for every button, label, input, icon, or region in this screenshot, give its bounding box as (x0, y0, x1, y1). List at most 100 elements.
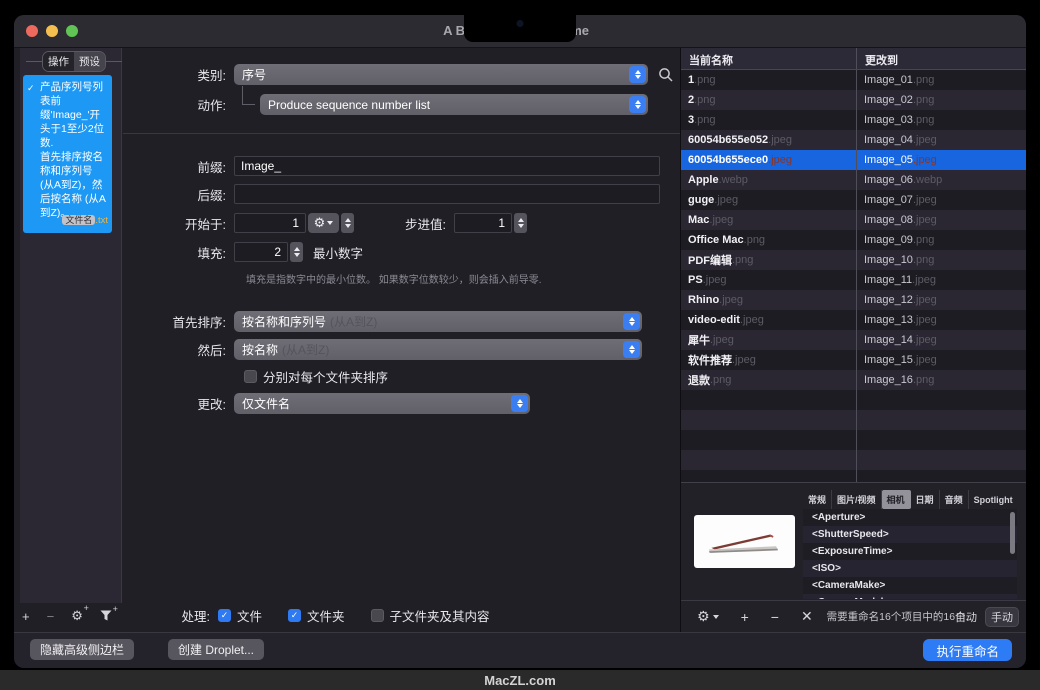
prefix-value: Image_ (241, 159, 281, 173)
perform-rename-button[interactable]: 执行重命名 (923, 639, 1012, 661)
start-at-input[interactable]: 1 (234, 213, 306, 233)
process-checkbox[interactable]: ✓ (288, 609, 301, 622)
minimize-window-button[interactable] (46, 25, 58, 37)
table-row[interactable]: Rhino.jpegImage_12.jpeg (681, 290, 1026, 310)
gear-add-button[interactable]: ⚙+ (71, 608, 83, 624)
remove-action-button[interactable]: − (47, 609, 55, 624)
current-name-cell: video-edit.jpeg (681, 310, 857, 330)
hide-sidebar-button[interactable]: 隐藏高级侧边栏 (30, 639, 134, 660)
pad-input[interactable]: 2 (234, 242, 288, 262)
tag-tab-常规[interactable]: 常规 (803, 490, 832, 509)
process-option: 子文件夹及其内容 (371, 606, 490, 625)
tag-tab-日期[interactable]: 日期 (911, 490, 940, 509)
current-name-cell: 2.png (681, 90, 857, 110)
search-icon[interactable] (658, 67, 674, 83)
tag-toolbar: ⚙ + − ✕ 需要重命名16个项目中的16个. 自动 手动 (681, 600, 1026, 632)
process-checkbox-label: 文件 (237, 606, 262, 625)
table-header: 当前名称 更改到 (681, 48, 1026, 70)
table-gear-menu-button[interactable]: ⚙ (697, 608, 719, 625)
remove-files-button[interactable]: − (771, 609, 779, 625)
table-row[interactable]: Mac.jpegImage_08.jpeg (681, 210, 1026, 230)
tag-item[interactable]: <ISO> (803, 560, 1017, 577)
table-row[interactable]: 60054b655ece0.jpegImage_05.jpeg (681, 150, 1026, 170)
action-select[interactable]: Produce sequence number list (260, 94, 648, 115)
watermark-bar: MacZL.com (0, 670, 1040, 690)
scrollbar-thumb[interactable] (1010, 512, 1015, 554)
chevron-updown-icon (623, 313, 640, 330)
new-name-cell: Image_16.png (857, 370, 1026, 390)
prefix-input[interactable]: Image_ (234, 156, 660, 176)
category-label: 类别: (114, 65, 226, 84)
table-row[interactable]: Office Mac.pngImage_09.png (681, 230, 1026, 250)
tag-item[interactable]: <ShutterSpeed> (803, 526, 1017, 543)
table-row-empty (681, 410, 1026, 430)
start-options-button[interactable]: ⚙ (308, 213, 339, 233)
tag-item[interactable]: <Aperture> (803, 509, 1017, 526)
pad-help-text: 填充是指数字中的最小位数。 如果数字位数较少，则会插入前导零. (246, 271, 542, 286)
action-list-item[interactable]: ✓ 产品序列号列表前缀'Image_'开头于1至少2位数. 首先排序按名称和序列… (23, 75, 112, 233)
table-row[interactable]: guge.jpegImage_07.jpeg (681, 190, 1026, 210)
tag-tab-相机[interactable]: 相机 (882, 490, 911, 509)
add-files-button[interactable]: + (741, 609, 749, 625)
step-input[interactable]: 1 (454, 213, 512, 233)
mode-manual-button[interactable]: 手动 (986, 608, 1018, 626)
mode-auto-button[interactable]: 自动 (950, 608, 982, 626)
current-name-cell: Rhino.jpeg (681, 290, 857, 310)
create-droplet-button[interactable]: 创建 Droplet... (168, 639, 264, 660)
pad-stepper[interactable] (290, 242, 303, 262)
sidebar-tab-预设[interactable]: 预设 (74, 52, 105, 71)
new-name-cell: Image_14.jpeg (857, 330, 1026, 350)
tag-item[interactable]: <CameraMake> (803, 577, 1017, 594)
table-row[interactable]: 3.pngImage_03.png (681, 110, 1026, 130)
caret-down-icon (713, 615, 719, 619)
start-at-stepper[interactable] (341, 213, 354, 233)
zoom-window-button[interactable] (66, 25, 78, 37)
prefix-label: 前缀: (114, 157, 226, 176)
category-select[interactable]: 序号 (234, 64, 648, 85)
table-row[interactable]: 1.pngImage_01.png (681, 70, 1026, 90)
badge-extension: .txt (95, 215, 108, 226)
tag-tab-Spotlight[interactable]: Spotlight (969, 492, 1018, 508)
sidebar-tab-操作[interactable]: 操作 (43, 52, 74, 71)
sort-first-value: 按名称和序列号 (242, 313, 326, 330)
start-at-value: 1 (292, 216, 299, 230)
suffix-input[interactable] (234, 184, 660, 204)
filename-badge: 文件名 (62, 215, 95, 225)
sidebar-tab-group: 操作预设 (42, 51, 106, 72)
action-value: Produce sequence number list (268, 98, 629, 112)
table-row[interactable]: 2.pngImage_02.png (681, 90, 1026, 110)
column-header-change-to[interactable]: 更改到 (857, 48, 1026, 69)
table-row[interactable]: PS.jpegImage_11.jpeg (681, 270, 1026, 290)
process-checkbox[interactable]: ✓ (218, 609, 231, 622)
plus-icon: + (84, 603, 89, 613)
table-row-empty (681, 450, 1026, 470)
watermark-text: MacZL.com (484, 673, 556, 688)
table-row[interactable]: 软件推荐.jpegImage_15.jpeg (681, 350, 1026, 370)
sort-then-select[interactable]: 按名称 (从A到Z) (234, 339, 642, 360)
tag-item[interactable]: <ExposureTime> (803, 543, 1017, 560)
change-select[interactable]: 仅文件名 (234, 393, 530, 414)
table-row[interactable]: 退款.pngImage_16.png (681, 370, 1026, 390)
new-name-cell: Image_10.png (857, 250, 1026, 270)
table-row[interactable]: Apple.webpImage_06.webp (681, 170, 1026, 190)
step-stepper[interactable] (514, 213, 527, 233)
table-row[interactable]: 犀牛.jpegImage_14.jpeg (681, 330, 1026, 350)
sort-each-folder-checkbox[interactable] (244, 370, 257, 383)
current-name-cell: 60054b655ece0.jpeg (681, 150, 857, 170)
column-header-current-name[interactable]: 当前名称 (681, 48, 857, 69)
process-checkbox[interactable] (371, 609, 384, 622)
tag-item[interactable]: <CameraModel> (803, 594, 1017, 599)
rename-table-rows: 1.pngImage_01.png2.pngImage_02.png3.pngI… (681, 70, 1026, 490)
action-label: 动作: (114, 95, 226, 114)
tag-tab-图片/视频[interactable]: 图片/视频 (832, 490, 882, 509)
mode-switch: 自动 手动 (950, 608, 1018, 626)
table-row[interactable]: PDF编辑.pngImage_10.png (681, 250, 1026, 270)
table-row[interactable]: video-edit.jpegImage_13.jpeg (681, 310, 1026, 330)
table-row[interactable]: 60054b655e052.jpegImage_04.jpeg (681, 130, 1026, 150)
sort-first-select[interactable]: 按名称和序列号 (从A到Z) (234, 311, 642, 332)
tag-tab-音频[interactable]: 音频 (940, 490, 969, 509)
current-name-cell: guge.jpeg (681, 190, 857, 210)
add-action-button[interactable]: + (22, 609, 30, 624)
clear-files-button[interactable]: ✕ (801, 608, 813, 625)
close-window-button[interactable] (26, 25, 38, 37)
